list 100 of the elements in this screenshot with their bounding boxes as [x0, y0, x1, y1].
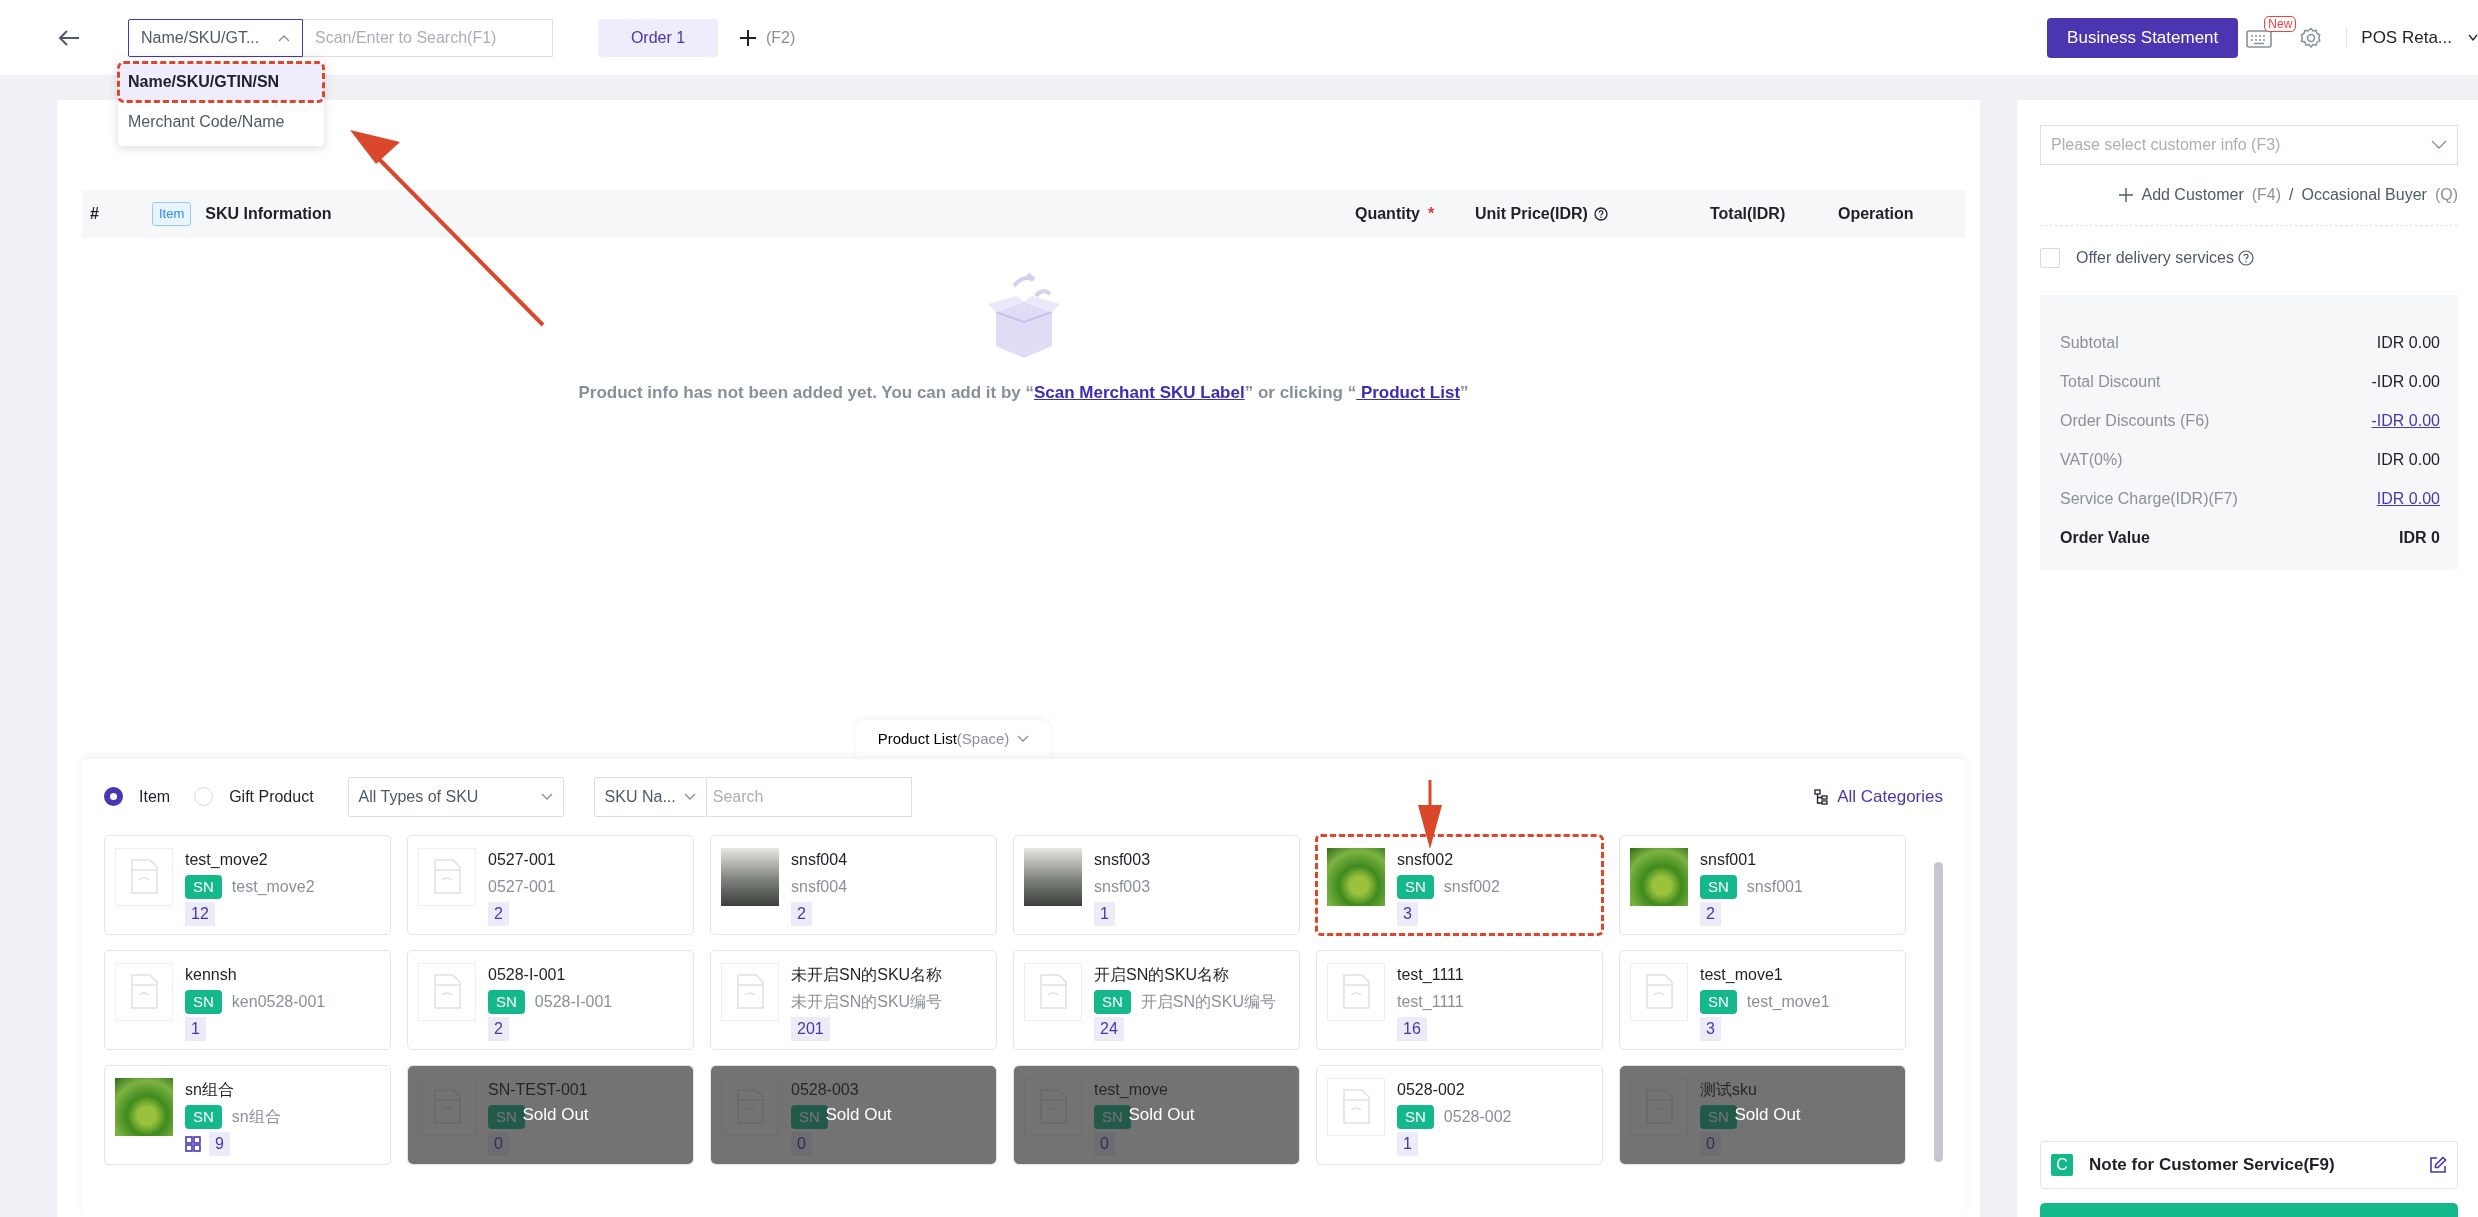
summary-value: IDR 0 [2399, 527, 2440, 548]
summary-label: Service Charge(IDR)(F7) [2060, 488, 2238, 509]
column-header: # [90, 204, 99, 224]
business-statement-button[interactable]: Business Statement [2047, 17, 2239, 58]
summary-value: -IDR 0.00 [2371, 371, 2440, 392]
product-search-field[interactable]: Search [706, 776, 912, 817]
note-badge: C [2051, 1154, 2073, 1176]
back-arrow-icon[interactable] [58, 28, 80, 47]
search-field-select[interactable]: SKU Na... [593, 776, 707, 817]
keyboard-icon[interactable] [2246, 27, 2273, 50]
product-name: snsf004 [791, 849, 848, 870]
note-label: Note for Customer Service(F9) [2089, 1154, 2336, 1177]
product-card[interactable]: sn组合 SN sn组合 9 [104, 1064, 391, 1165]
product-code: test_move2 [231, 876, 315, 897]
product-code: test_1111 [1397, 991, 1464, 1012]
chevron-down-icon [2431, 140, 2447, 150]
column-header: Operation [1838, 204, 1914, 224]
stock-quantity: 1 [185, 1017, 206, 1041]
store-selector[interactable]: POS Reta... [2361, 24, 2478, 51]
summary-label: Order Discounts (F6) [2060, 410, 2210, 431]
all-categories-link[interactable]: All Categories [1813, 783, 1943, 810]
product-code: 0528-I-001 [534, 991, 613, 1012]
scrollbar[interactable] [1934, 861, 1943, 1162]
product-card[interactable]: 0528-I-001 SN 0528-I-001 2 [407, 949, 694, 1050]
product-card[interactable]: test_move2 SN test_move2 12 [104, 834, 391, 935]
delivery-checkbox[interactable]: Offer delivery services [2040, 246, 2458, 270]
edit-icon[interactable] [2429, 1156, 2447, 1174]
product-card[interactable]: snsf004 snsf004 2 [710, 834, 997, 935]
order-tab[interactable]: Order 1 [598, 18, 718, 57]
sn-badge: SN [1094, 989, 1131, 1014]
summary-value: IDR 0.00 [2376, 449, 2440, 470]
settings-icon[interactable] [2300, 26, 2323, 49]
product-code: snsf003 [1094, 876, 1151, 897]
product-card[interactable]: 开启SN的SKU名称 SN 开启SN的SKU编号 24 [1013, 949, 1300, 1050]
product-name: test_1111 [1397, 964, 1464, 985]
photo-placeholder [1630, 847, 1688, 906]
no-image-icon [1630, 962, 1688, 1021]
photo-placeholder [1327, 847, 1385, 906]
product-code: snsf001 [1746, 876, 1803, 897]
stock-quantity: 2 [488, 901, 509, 926]
product-card[interactable]: 未开启SN的SKU名称 未开启SN的SKU编号 201 [710, 949, 997, 1050]
sku-type-select[interactable]: All Types of SKU [347, 776, 564, 817]
product-name: 0528-003 [791, 1079, 859, 1100]
product-name: 开启SN的SKU名称 [1094, 964, 1231, 985]
product-card[interactable]: 0528-002 SN 0528-002 1 [1316, 1064, 1603, 1165]
scan-label-link[interactable]: Scan Merchant SKU Label [1034, 383, 1245, 402]
product-card[interactable]: test_1111 test_1111 16 [1316, 949, 1603, 1050]
dropdown-option[interactable]: Merchant Code/Name [118, 102, 324, 142]
plus-icon [738, 27, 758, 48]
dropdown-option[interactable]: Name/SKU/GTIN/SN [118, 62, 324, 102]
summary-value-link[interactable]: IDR 0.00 [2376, 486, 2440, 511]
product-name: 未开启SN的SKU名称 [791, 964, 943, 985]
stock-quantity: 0 [1094, 1132, 1115, 1156]
product-card[interactable]: test_move1 SN test_move1 3 [1619, 949, 1906, 1050]
no-image-icon [1024, 962, 1082, 1021]
separator: / [2289, 185, 2294, 205]
sn-badge: SN [1700, 874, 1737, 899]
summary-value-link[interactable]: -IDR 0.00 [2371, 408, 2440, 433]
product-code: snsf002 [1443, 876, 1500, 897]
product-card[interactable]: kennsh SN ken0528-001 1 [104, 949, 391, 1050]
product-name: 0528-002 [1397, 1079, 1466, 1100]
product-list-link[interactable]: Product List [1356, 383, 1461, 402]
product-card[interactable]: 0527-001 0527-001 2 [407, 834, 694, 935]
new-badge: New [2264, 15, 2297, 32]
product-code: sn组合 [231, 1106, 281, 1127]
product-type-radio[interactable]: Item [104, 784, 171, 809]
product-code: 0527-001 [488, 876, 556, 897]
photo-placeholder [1024, 847, 1082, 906]
product-card[interactable]: snsf002 SN snsf002 3 [1316, 834, 1603, 935]
product-type-radio[interactable]: Gift Product [194, 784, 314, 809]
required-mark: * [1427, 204, 1435, 224]
product-card[interactable]: snsf001 SN snsf001 2 [1619, 834, 1906, 935]
sn-badge: SN [185, 989, 222, 1014]
product-code: 开启SN的SKU编号 [1140, 991, 1276, 1012]
chevron-down-icon [2468, 33, 2478, 42]
product-name: snsf003 [1094, 849, 1151, 870]
summary-label: Total Discount [2060, 371, 2161, 392]
product-name: kennsh [185, 964, 238, 985]
sn-badge: SN [1700, 989, 1737, 1014]
product-list-tab[interactable]: Product List(Space) [855, 720, 1052, 759]
column-header: Unit Price(IDR) [1475, 204, 1588, 224]
no-image-icon [721, 962, 779, 1021]
product-name: test_move1 [1700, 964, 1784, 985]
summary-label: Subtotal [2060, 332, 2119, 353]
product-name: SN-TEST-001 [488, 1079, 588, 1100]
no-image-icon [1327, 1077, 1385, 1136]
help-icon [2238, 250, 2254, 266]
sn-badge: SN [488, 989, 525, 1014]
product-card[interactable]: snsf003 snsf003 1 [1013, 834, 1300, 935]
caret-icon [278, 33, 290, 42]
stock-quantity: 12 [185, 902, 215, 926]
stock-quantity: 9 [209, 1132, 230, 1156]
occasional-buyer-link[interactable]: Occasional Buyer [2301, 183, 2427, 207]
product-name: test_move [1094, 1079, 1168, 1100]
add-customer-link[interactable]: Add Customer [2119, 183, 2244, 207]
search-type-select[interactable]: Name/SKU/GT... [128, 18, 303, 57]
search-field[interactable]: Scan/Enter to Search(F1) [303, 18, 553, 57]
stock-quantity: 3 [1700, 1017, 1721, 1041]
no-image-icon [115, 847, 173, 906]
sn-badge: SN [185, 874, 222, 899]
